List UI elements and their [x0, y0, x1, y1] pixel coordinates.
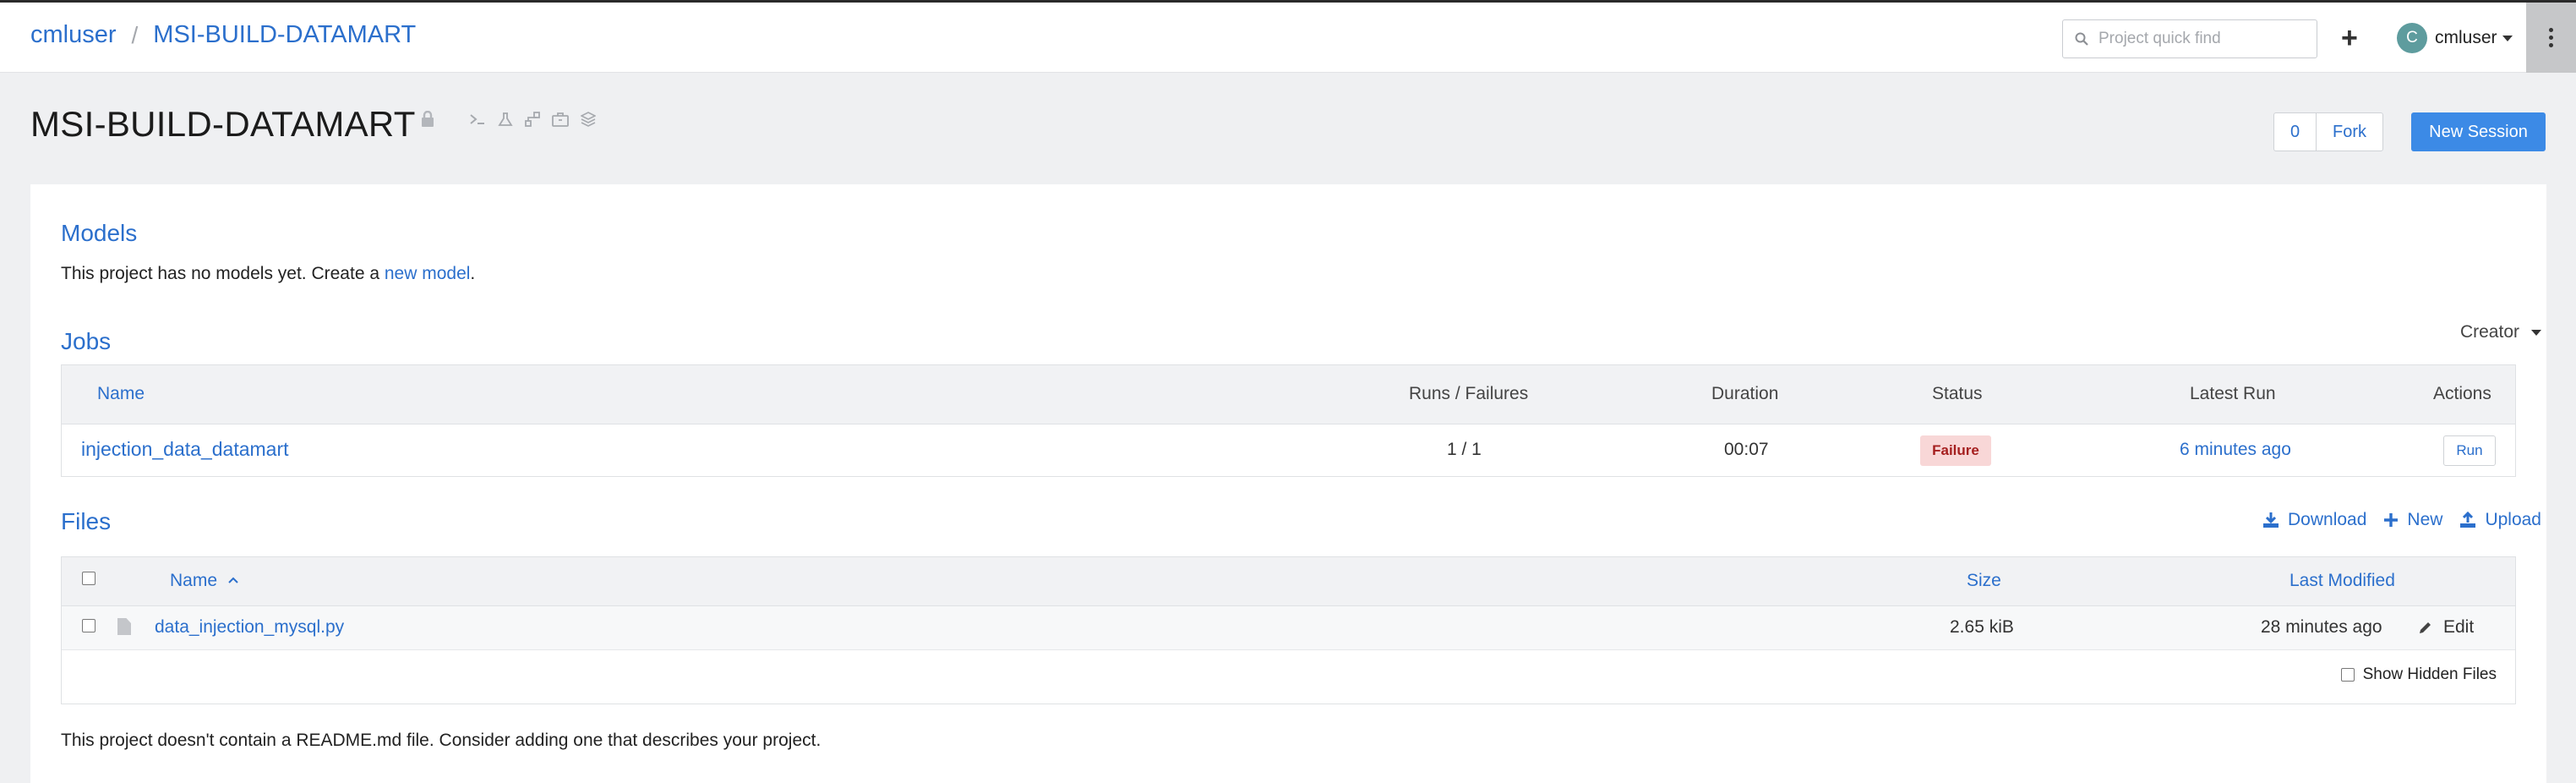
files-table-header: Name Size Last Modified	[62, 557, 2515, 606]
jobs-section-title: Jobs	[61, 328, 112, 354]
terminal-icon[interactable]	[469, 112, 486, 126]
avatar: C	[2397, 23, 2427, 53]
add-new-icon[interactable]: +	[2341, 21, 2358, 55]
new-file-label: New	[2407, 510, 2443, 529]
jobs-column-runs-failures: Runs / Failures	[1409, 384, 1529, 403]
table-row: injection_data_datamart 1 / 1 00:07 Fail…	[62, 424, 2515, 477]
project-quick-find[interactable]	[2062, 19, 2317, 58]
jobs-column-status: Status	[1932, 384, 1983, 403]
files-section-title: Files	[61, 508, 112, 534]
files-column-size[interactable]: Size	[1967, 571, 2001, 591]
page-title: MSI-BUILD-DATAMART	[30, 104, 416, 144]
edit-file-button[interactable]: Edit	[2418, 617, 2474, 638]
show-hidden-files-checkbox[interactable]	[2340, 668, 2355, 682]
chevron-down-icon	[2502, 35, 2513, 41]
new-file-button[interactable]: New	[2383, 510, 2442, 530]
breadcrumb-user-link[interactable]: cmluser	[30, 21, 117, 49]
file-select-checkbox[interactable]	[82, 619, 96, 632]
download-button[interactable]: Download	[2262, 510, 2366, 530]
files-column-last-modified[interactable]: Last Modified	[2289, 571, 2395, 591]
project-icon-toolbar	[420, 111, 608, 128]
fork-button-group: 0 Fork	[2273, 112, 2383, 151]
models-empty-message: This project has no models yet. Create a…	[61, 264, 475, 284]
jobs-column-duration: Duration	[1711, 384, 1779, 403]
jobs-table: Name Runs / Failures Duration Status Lat…	[61, 364, 2516, 477]
edit-file-label: Edit	[2443, 617, 2475, 637]
sort-ascending-icon[interactable]	[227, 576, 239, 584]
run-job-button[interactable]: Run	[2443, 435, 2496, 466]
plus-icon	[2384, 513, 2399, 527]
project-overview-panel: Models This project has no models yet. C…	[30, 184, 2546, 783]
show-hidden-files-label: Show Hidden Files	[2362, 665, 2497, 683]
file-last-modified: 28 minutes ago	[2261, 617, 2382, 637]
file-name-link[interactable]: data_injection_mysql.py	[155, 617, 344, 638]
models-empty-text: This project has no models yet. Create a	[61, 264, 385, 283]
file-size: 2.65 kiB	[1950, 617, 2014, 637]
top-navigation-bar: cmluser / MSI-BUILD-DATAMART + C cmluser	[0, 3, 2576, 73]
new-model-link[interactable]: new model	[385, 264, 471, 283]
user-name: cmluser	[2435, 28, 2497, 47]
breadcrumb-project-link[interactable]: MSI-BUILD-DATAMART	[153, 21, 416, 49]
fork-button[interactable]: Fork	[2316, 112, 2383, 151]
show-hidden-files-toggle[interactable]: Show Hidden Files	[2340, 665, 2497, 684]
workflow-icon[interactable]	[525, 112, 540, 127]
pencil-icon	[2420, 622, 2431, 633]
status-badge: Failure	[1920, 435, 1991, 466]
jobs-column-latest-run: Latest Run	[2190, 384, 2276, 403]
upload-label: Upload	[2485, 510, 2541, 529]
jobs-column-name[interactable]: Name	[97, 384, 145, 404]
layers-icon[interactable]	[581, 112, 596, 127]
creator-filter-label: Creator	[2459, 322, 2519, 342]
models-section-title: Models	[61, 220, 138, 246]
search-icon	[2075, 32, 2088, 46]
select-all-checkbox[interactable]	[82, 572, 96, 585]
jobs-table-header: Name Runs / Failures Duration Status Lat…	[62, 365, 2515, 424]
upload-button[interactable]: Upload	[2459, 510, 2541, 530]
upload-icon	[2460, 512, 2476, 528]
job-runs-failures: 1 / 1	[1447, 440, 1482, 459]
jobs-column-actions: Actions	[2433, 384, 2491, 403]
download-label: Download	[2288, 510, 2367, 529]
job-latest-run-link[interactable]: 6 minutes ago	[2180, 440, 2291, 460]
chevron-down-icon	[2531, 329, 2541, 336]
files-table: Name Size Last Modified data_injection_m…	[61, 556, 2516, 704]
readme-notice: This project doesn't contain a README.md…	[61, 731, 821, 750]
table-row: data_injection_mysql.py 2.65 kiB 28 minu…	[62, 606, 2515, 650]
search-input[interactable]	[2098, 30, 2301, 48]
download-icon	[2263, 512, 2279, 528]
breadcrumb-separator: /	[131, 21, 139, 48]
models-empty-text-end: .	[470, 264, 476, 283]
files-actions: Download New Upload	[2246, 510, 2541, 530]
creator-filter-dropdown[interactable]: Creator	[2460, 322, 2541, 342]
file-icon	[117, 618, 131, 635]
new-session-button[interactable]: New Session	[2411, 112, 2546, 151]
briefcase-icon[interactable]	[552, 112, 569, 127]
fork-count[interactable]: 0	[2273, 112, 2316, 151]
lock-icon	[422, 111, 434, 127]
job-name-link[interactable]: injection_data_datamart	[81, 438, 289, 461]
job-duration: 00:07	[1724, 440, 1769, 459]
more-options-icon[interactable]	[2526, 3, 2576, 73]
files-column-name[interactable]: Name	[170, 571, 217, 591]
experiment-icon[interactable]	[498, 112, 513, 127]
breadcrumb: cmluser / MSI-BUILD-DATAMART	[30, 21, 416, 49]
user-menu[interactable]: C cmluser	[2397, 23, 2513, 53]
